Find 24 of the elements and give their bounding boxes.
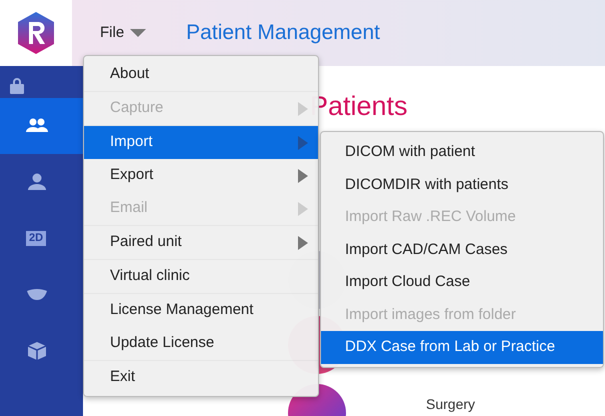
lock-icon [10,77,24,94]
menu-item[interactable]: Virtual clinic [84,260,318,293]
menu-item[interactable]: Update License [84,327,318,360]
menu-item[interactable]: Paired unit [84,226,318,259]
menu-item[interactable]: DICOMDIR with patients [321,168,603,201]
file-menu-button[interactable]: File [100,22,146,44]
menu-item[interactable]: Import Cloud Case [321,266,603,298]
menu-item[interactable]: About [84,58,318,91]
cube-icon [26,340,48,360]
menu-item[interactable]: Exit [84,361,318,394]
sidebar-item[interactable]: 2D [0,210,83,266]
menu-item[interactable]: Import [84,126,318,159]
menu-item[interactable]: DDX Case from Lab or Practice [321,331,603,364]
menu-item[interactable]: DICOM with patient [321,136,603,168]
menu-item[interactable]: Import CAD/CAM Cases [321,234,603,266]
table-cell-text: Surgery [426,395,476,414]
sidebar-item[interactable] [0,98,83,154]
caret-icon [130,29,146,37]
menu-item[interactable]: Export [84,159,318,192]
person-icon [26,172,48,192]
page-title: Patient Management [186,20,380,46]
nav-label: 2D [26,230,46,246]
menu-item[interactable]: License Management [84,294,318,327]
app-logo-icon [16,11,56,55]
